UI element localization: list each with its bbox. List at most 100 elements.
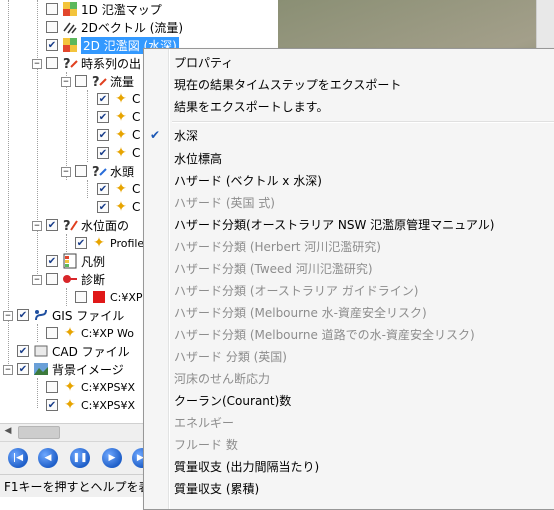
tree-item-label: 背景イメージ (52, 362, 124, 377)
collapse-toggle[interactable]: − (3, 365, 13, 375)
scroll-left-icon[interactable]: ◀ (0, 424, 16, 439)
menu-item-label: ハザード分類 (Herbert 河川氾濫研究) (174, 239, 381, 254)
checkbox[interactable]: ✔ (46, 255, 58, 267)
collapse-toggle[interactable]: − (3, 311, 13, 321)
checkbox[interactable] (46, 21, 58, 33)
play-icon[interactable]: ▶ (102, 448, 122, 468)
menu-item-hazard-uk-formula[interactable]: ハザード (英国 式) (144, 191, 554, 213)
menu-item-properties[interactable]: プロパティ (144, 51, 554, 73)
tree-item-label: C:¥XP Wo (81, 326, 135, 340)
tree-item-diagnostic-file[interactable]: C:¥XP (75, 288, 143, 306)
tree-item-flow-point[interactable]: ✔ ✦ C (97, 90, 140, 108)
checkbox[interactable]: ✔ (97, 183, 109, 195)
menu-item-hazard-melbourne-road[interactable]: ハザード分類 (Melbourne 道路での水-資産安全リスク) (144, 323, 554, 345)
menu-item-hazard-australia[interactable]: ハザード分類 (オーストラリア ガイドライン) (144, 279, 554, 301)
menu-item-label: 水深 (174, 128, 199, 143)
tree-item-background-file[interactable]: ✦ C:¥XPS¥X (46, 378, 135, 396)
tree-item-profile[interactable]: ✔ ✦ Profile (75, 234, 144, 252)
menu-item-export-results[interactable]: 結果をエクスポートします。 (144, 95, 554, 117)
tree-item-flow[interactable]: ? 流量 (75, 72, 134, 90)
collapse-toggle[interactable]: − (32, 275, 42, 285)
menu-item-hazard-uk[interactable]: ハザード 分類 (英国) (144, 345, 554, 367)
profile-icon: ? (62, 217, 78, 233)
checkbox[interactable]: ✔ (75, 237, 87, 249)
cad-icon (33, 343, 49, 359)
checkbox[interactable] (46, 3, 58, 15)
checkbox[interactable]: ✔ (46, 219, 58, 231)
tree-item-head-point[interactable]: ✔ ✦ C (97, 198, 140, 216)
tree-item-label: 1D 氾濫マップ (81, 2, 162, 17)
menu-item-label: 現在の結果タイムステップをエクスポート (174, 77, 402, 92)
tree-item-flow-point[interactable]: ✔ ✦ C (97, 144, 140, 162)
checkbox[interactable]: ✔ (97, 129, 109, 141)
tree-item-gis-file[interactable]: ✦ C:¥XP Wo (46, 324, 134, 342)
checkbox[interactable]: ✔ (17, 345, 29, 357)
tree-item-gis-files[interactable]: ✔ GIS ファイル (17, 306, 124, 324)
menu-item-export-current-timestep[interactable]: 現在の結果タイムステップをエクスポート (144, 73, 554, 95)
checkbox[interactable] (75, 165, 87, 177)
tree-item-cad-files[interactable]: ✔ CAD ファイル (17, 342, 130, 360)
collapse-toggle[interactable]: − (61, 77, 71, 87)
skip-to-start-icon[interactable]: |◀ (8, 448, 28, 468)
checkbox[interactable] (46, 327, 58, 339)
tree-item-water-surface[interactable]: ✔ ? 水位面の (46, 216, 129, 234)
tree-item-flow-point[interactable]: ✔ ✦ C (97, 126, 140, 144)
menu-item-label: エネルギー (174, 415, 235, 430)
menu-item-hazard-vxd[interactable]: ハザード (ベクトル x 水深) (144, 169, 554, 191)
step-back-icon[interactable]: ◀ (38, 448, 58, 468)
tree-item-head[interactable]: ? 水頭 (75, 162, 134, 180)
tree-item-1d-flood-map[interactable]: 1D 氾濫マップ (46, 0, 162, 18)
checkbox[interactable]: ✔ (97, 111, 109, 123)
checkbox[interactable]: ✔ (97, 201, 109, 213)
menu-item-hazard-herbert[interactable]: ハザード分類 (Herbert 河川氾濫研究) (144, 235, 554, 257)
pause-icon[interactable]: ❚❚ (70, 448, 90, 468)
menu-item-froude-number[interactable]: フルード 数 (144, 433, 554, 455)
collapse-toggle[interactable]: − (32, 221, 42, 231)
menu-item-water-level[interactable]: 水位標高 (144, 147, 554, 169)
checkbox[interactable] (46, 57, 58, 69)
menu-item-bed-shear-stress[interactable]: 河床のせん断応力 (144, 367, 554, 389)
node-star-icon: ✦ (115, 91, 127, 107)
svg-text:?: ? (92, 165, 100, 179)
menu-item-label: フルード 数 (174, 437, 238, 452)
status-text: F1キーを押すとヘルプを表 (4, 480, 151, 494)
menu-item-hazard-melbourne-water[interactable]: ハザード分類 (Melbourne 水-資産安全リスク) (144, 301, 554, 323)
checkbox[interactable] (46, 273, 58, 285)
checkbox[interactable]: ✔ (17, 363, 29, 375)
checkbox[interactable] (75, 75, 87, 87)
tree-item-background-file[interactable]: ✔ ✦ C:¥XPS¥X (46, 396, 135, 414)
tree-item-head-point[interactable]: ✔ ✦ C (97, 180, 140, 198)
menu-item-label: ハザード (英国 式) (174, 195, 275, 210)
collapse-toggle[interactable]: − (32, 59, 42, 69)
tree-item-label: 2Dベクトル (流量) (81, 20, 184, 35)
checkbox[interactable]: ✔ (46, 39, 58, 51)
tree-item-2d-vector[interactable]: 2Dベクトル (流量) (46, 18, 183, 36)
tree-item-legend[interactable]: ✔ 凡例 (46, 252, 105, 270)
checkbox[interactable]: ✔ (17, 309, 29, 321)
tree-item-background-images[interactable]: ✔ 背景イメージ (17, 360, 124, 378)
menu-item-depth[interactable]: ✔ 水深 (144, 124, 554, 146)
menu-item-label: 質量収支 (出力間隔当たり) (174, 459, 320, 474)
menu-item-courant-number[interactable]: クーラン(Courant)数 (144, 389, 554, 411)
scroll-thumb[interactable] (18, 426, 60, 439)
tree-item-label: C:¥XPS¥X (81, 398, 136, 412)
checkbox[interactable]: ✔ (46, 399, 58, 411)
tree-item-time-series[interactable]: ? 時系列の出 (46, 54, 141, 72)
time-series-icon: ? (91, 163, 107, 179)
tree-item-diagnostics[interactable]: 診断 (46, 270, 105, 288)
menu-item-energy[interactable]: エネルギー (144, 411, 554, 433)
menu-item-mass-balance-interval[interactable]: 質量収支 (出力間隔当たり) (144, 455, 554, 477)
checkbox[interactable] (46, 381, 58, 393)
menu-item-hazard-nsw[interactable]: ハザード分類(オーストラリア NSW 氾濫原管理マニュアル) (144, 213, 554, 235)
menu-item-label: ハザード分類(オーストラリア NSW 氾濫原管理マニュアル) (174, 217, 495, 232)
tree-item-label: C (132, 182, 141, 196)
menu-item-hazard-tweed[interactable]: ハザード分類 (Tweed 河川氾濫研究) (144, 257, 554, 279)
menu-item-label: ハザード分類 (Melbourne 道路での水-資産安全リスク) (174, 327, 475, 342)
checkbox[interactable]: ✔ (97, 93, 109, 105)
tree-item-flow-point[interactable]: ✔ ✦ C (97, 108, 140, 126)
collapse-toggle[interactable]: − (61, 167, 71, 177)
menu-item-label: 質量収支 (累積) (174, 481, 260, 496)
checkbox[interactable]: ✔ (97, 147, 109, 159)
checkbox[interactable] (75, 291, 87, 303)
menu-item-label: 結果をエクスポートします。 (174, 99, 329, 114)
